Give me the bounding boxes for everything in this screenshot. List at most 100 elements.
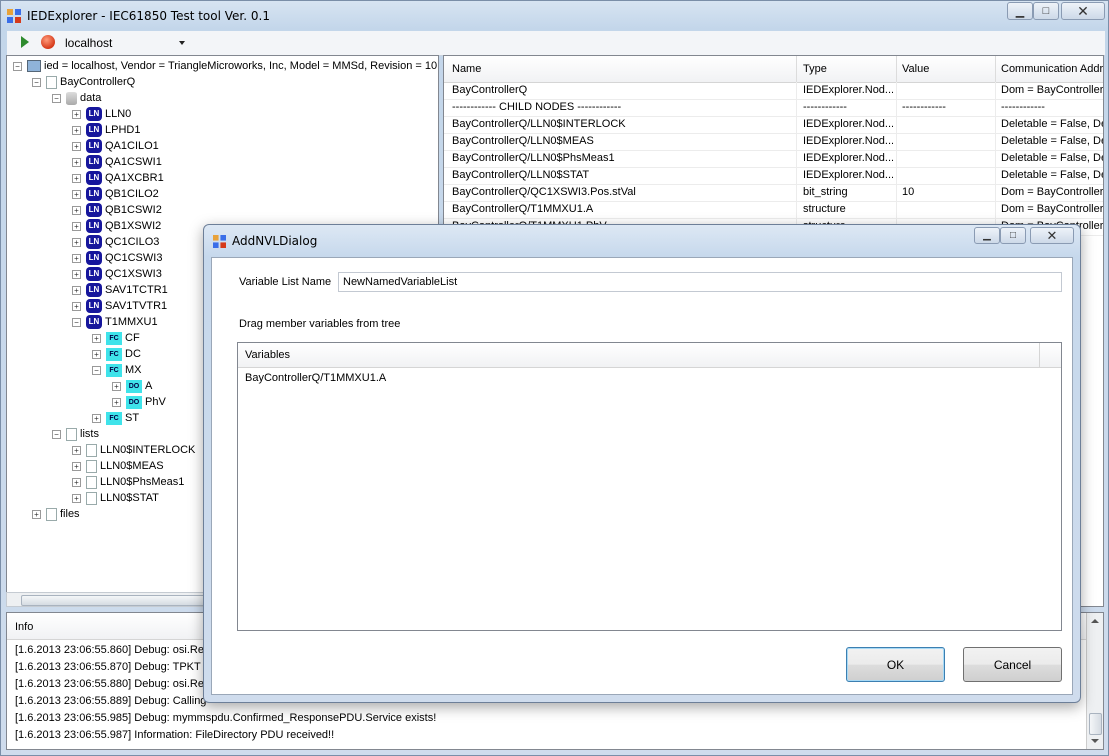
dropdown-icon[interactable] <box>179 41 185 45</box>
maximize-button[interactable]: □ <box>1033 2 1059 20</box>
collapse-icon[interactable]: − <box>52 94 61 103</box>
table-cell: BayControllerQ/QC1XSWI3.Pos.stVal <box>452 186 636 198</box>
fc-label: CF <box>125 332 140 345</box>
expand-icon[interactable]: + <box>72 126 81 135</box>
expand-icon[interactable]: + <box>72 286 81 295</box>
table-row[interactable]: BayControllerQ/T1MMXU1.A structure Dom = B… <box>444 201 1103 219</box>
expand-icon[interactable]: + <box>72 174 81 183</box>
expand-icon[interactable]: + <box>72 446 81 455</box>
table-cell: ------------ <box>803 101 847 113</box>
expand-icon[interactable]: + <box>72 190 81 199</box>
collapse-icon[interactable]: − <box>52 430 61 439</box>
maximize-icon: □ <box>1009 230 1017 241</box>
scroll-up-icon[interactable] <box>1091 619 1099 623</box>
ln-label: QB1CILO2 <box>105 188 159 201</box>
table-cell: 10 <box>902 186 915 198</box>
minimize-icon: ▁ <box>1015 5 1025 18</box>
host-combobox[interactable]: localhost <box>65 36 112 50</box>
expand-icon[interactable]: + <box>72 270 81 279</box>
col-type[interactable]: Type <box>803 63 827 75</box>
collapse-icon[interactable]: − <box>32 78 41 87</box>
table-cell: Deletable = False, Defined <box>1001 118 1103 130</box>
expand-icon[interactable]: + <box>72 494 81 503</box>
expand-icon[interactable]: + <box>92 350 101 359</box>
expand-icon[interactable]: + <box>92 334 101 343</box>
table-row[interactable]: BayControllerQ/LLN0$MEAS IEDExplorer.Nod.… <box>444 133 1103 151</box>
table-cell: BayControllerQ/LLN0$INTERLOCK <box>452 118 626 130</box>
table-row[interactable]: BayControllerQ/LLN0$STAT IEDExplorer.Nod.… <box>444 167 1103 185</box>
table-row[interactable]: ------------ CHILD NODES ------------ ---… <box>444 99 1103 117</box>
ok-button[interactable]: OK <box>846 647 945 682</box>
scroll-down-icon[interactable] <box>1091 739 1099 743</box>
expand-icon[interactable]: + <box>72 110 81 119</box>
table-cell: Dom = BayControllerQ <box>1001 84 1104 96</box>
scroll-thumb[interactable] <box>1089 713 1102 735</box>
expand-icon[interactable]: + <box>72 478 81 487</box>
fc-icon: FC <box>106 411 122 425</box>
expand-icon[interactable]: + <box>72 222 81 231</box>
expand-icon[interactable]: + <box>72 142 81 151</box>
list-label: LLN0$STAT <box>100 492 159 505</box>
table-row[interactable]: BayControllerQ IEDExplorer.Nod... Dom = Ba… <box>444 82 1103 100</box>
ln-label: SAV1TCTR1 <box>105 284 168 297</box>
table-row[interactable]: BayControllerQ/QC1XSWI3.Pos.stVal bit_str… <box>444 184 1103 202</box>
ln-label: QB1CSWI2 <box>105 204 162 217</box>
minimize-button[interactable]: ▁ <box>1007 2 1033 20</box>
collapse-icon[interactable]: − <box>13 62 22 71</box>
expand-icon[interactable]: + <box>72 238 81 247</box>
ln-icon: LN <box>86 123 102 138</box>
cancel-button[interactable]: Cancel <box>963 647 1062 682</box>
expand-icon[interactable]: + <box>72 302 81 311</box>
col-address[interactable]: Communication Address <box>1001 63 1103 75</box>
info-vscrollbar[interactable] <box>1086 613 1103 749</box>
log-line: [1.6.2013 23:06:55.860] Debug: osi.Recei… <box>15 644 230 656</box>
stop-icon[interactable] <box>41 35 55 49</box>
table-row[interactable]: BayControllerQ/LLN0$PhsMeas1 IEDExplorer.… <box>444 150 1103 168</box>
do-label: A <box>145 380 153 393</box>
expand-icon[interactable]: + <box>112 398 121 407</box>
close-icon: ✕ <box>1077 2 1089 19</box>
table-cell: IEDExplorer.Nod... <box>803 118 893 130</box>
variables-list[interactable]: Variables BayControllerQ/T1MMXU1.A <box>237 342 1062 631</box>
col-value[interactable]: Value <box>902 63 929 75</box>
ln-icon: LN <box>86 235 102 250</box>
table-cell: Deletable = False, Defined <box>1001 169 1103 181</box>
document-icon <box>86 475 97 489</box>
play-icon[interactable] <box>21 36 29 48</box>
expand-icon[interactable]: + <box>72 206 81 215</box>
log-line: [1.6.2013 23:06:55.889] Debug: Calling <box>15 695 207 707</box>
ln-label: QA1CILO1 <box>105 140 159 153</box>
dialog-close-button[interactable]: ✕ <box>1030 227 1074 244</box>
list-item[interactable]: BayControllerQ/T1MMXU1.A <box>245 372 386 384</box>
title-bar: IEDExplorer - IEC61850 Test tool Ver. 0.… <box>1 1 1108 31</box>
expand-icon[interactable]: + <box>32 510 41 519</box>
ln-icon: LN <box>86 283 102 298</box>
variable-list-name-input[interactable] <box>338 272 1062 292</box>
variables-header: Variables <box>238 343 1061 368</box>
collapse-icon[interactable]: − <box>92 366 101 375</box>
minimize-icon: ▁ <box>983 230 991 241</box>
window-title: IEDExplorer - IEC61850 Test tool Ver. 0.… <box>27 9 270 23</box>
document-icon <box>86 443 97 457</box>
log-line: [1.6.2013 23:06:55.987] Information: Fil… <box>15 729 335 741</box>
collapse-icon[interactable]: − <box>72 318 81 327</box>
table-cell: ------------ CHILD NODES ------------ <box>452 101 622 113</box>
device-icon <box>46 75 57 89</box>
ln-label: T1MMXU1 <box>105 316 158 329</box>
expand-icon[interactable]: + <box>72 158 81 167</box>
dialog-minimize-button[interactable]: ▁ <box>974 227 1000 244</box>
table-row[interactable]: BayControllerQ/LLN0$INTERLOCK IEDExplorer… <box>444 116 1103 134</box>
dialog-maximize-button[interactable]: □ <box>1000 227 1026 244</box>
maximize-icon: □ <box>1042 5 1050 17</box>
col-name[interactable]: Name <box>452 63 481 75</box>
table-cell: ------------ <box>902 101 946 113</box>
list-header: Name Type Value Communication Address <box>444 56 1103 83</box>
expand-icon[interactable]: + <box>112 382 121 391</box>
dialog-client: Variable List Name Drag member variables… <box>211 257 1073 695</box>
close-button[interactable]: ✕ <box>1061 2 1105 20</box>
expand-icon[interactable]: + <box>72 254 81 263</box>
ln-icon: LN <box>86 267 102 282</box>
ln-icon: LN <box>86 187 102 202</box>
expand-icon[interactable]: + <box>72 462 81 471</box>
expand-icon[interactable]: + <box>92 414 101 423</box>
